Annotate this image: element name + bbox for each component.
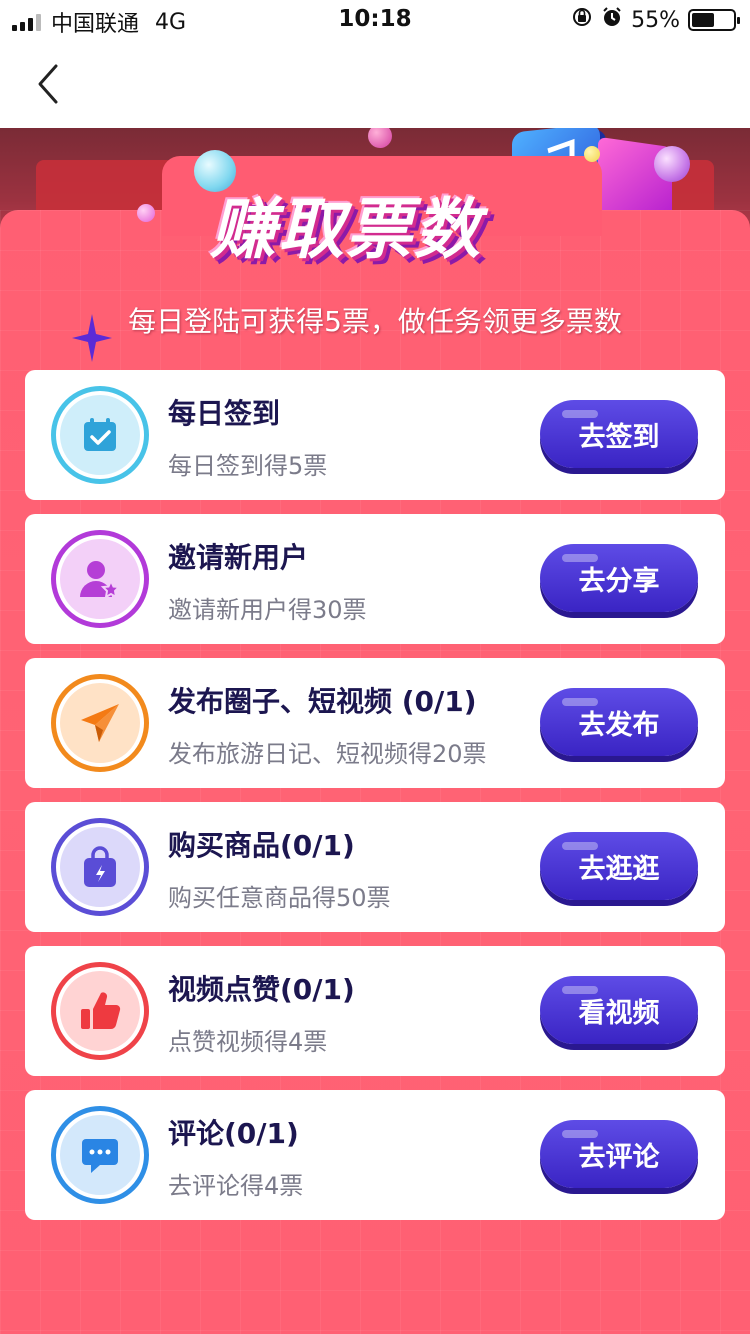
- decor-bubble: [137, 204, 155, 222]
- task-action-button[interactable]: 看视频: [540, 976, 698, 1044]
- task-description: 邀请新用户得30票: [168, 596, 367, 624]
- back-button[interactable]: [28, 60, 68, 108]
- task-icon-ring: [51, 818, 149, 916]
- task-card: 购买商品(0/1) 购买任意商品得50票 去逛逛: [25, 802, 725, 932]
- task-action-button[interactable]: 去分享: [540, 544, 698, 612]
- task-action-button[interactable]: 去发布: [540, 688, 698, 756]
- task-icon-ring: [51, 674, 149, 772]
- hero-section: 赚取票数 每日登陆可获得5票，做任务领更多票数 每日签到 每日签到得5票 去签到…: [0, 128, 750, 1334]
- nav-bar: [0, 40, 750, 128]
- task-description: 发布旅游日记、短视频得20票: [168, 740, 487, 768]
- task-action-label: 去评论: [578, 1141, 660, 1173]
- task-icon-ring: [51, 1106, 149, 1204]
- task-description: 每日签到得5票: [168, 452, 328, 480]
- task-icon-ring: [51, 962, 149, 1060]
- decor-bubble: [654, 146, 690, 182]
- task-card: 邀请新用户 邀请新用户得30票 去分享: [25, 514, 725, 644]
- task-title: 视频点赞(0/1): [168, 973, 355, 1006]
- task-card: 视频点赞(0/1) 点赞视频得4票 看视频: [25, 946, 725, 1076]
- task-title: 发布圈子、短视频 (0/1): [168, 685, 477, 718]
- decor-bubble: [368, 128, 392, 148]
- calendar-check-icon: [60, 395, 140, 475]
- task-action-label: 去逛逛: [578, 853, 660, 885]
- task-icon-ring: [51, 386, 149, 484]
- paper-plane-icon: [60, 683, 140, 763]
- battery-percent: 55%: [631, 7, 680, 33]
- task-title: 每日签到: [168, 397, 281, 430]
- task-description: 购买任意商品得50票: [168, 884, 391, 912]
- task-icon-ring: [51, 530, 149, 628]
- battery-icon: [688, 9, 740, 31]
- user-star-icon: [60, 539, 140, 619]
- task-action-button[interactable]: 去评论: [540, 1120, 698, 1188]
- task-description: 去评论得4票: [168, 1172, 304, 1200]
- task-card: 每日签到 每日签到得5票 去签到: [25, 370, 725, 500]
- rotation-lock-icon: [571, 6, 593, 34]
- thumbs-up-icon: [60, 971, 140, 1051]
- decor-bubble: [584, 146, 600, 162]
- task-action-button[interactable]: 去逛逛: [540, 832, 698, 900]
- task-action-label: 去签到: [578, 421, 660, 453]
- task-card: 发布圈子、短视频 (0/1) 发布旅游日记、短视频得20票 去发布: [25, 658, 725, 788]
- chevron-left-icon: [38, 64, 58, 104]
- task-action-button[interactable]: 去签到: [540, 400, 698, 468]
- task-action-label: 看视频: [578, 997, 660, 1029]
- comment-icon: [60, 1115, 140, 1195]
- shopping-bag-icon: [60, 827, 140, 907]
- page-subtitle: 每日登陆可获得5票，做任务领更多票数: [128, 305, 622, 338]
- task-description: 点赞视频得4票: [168, 1028, 328, 1056]
- task-title: 购买商品(0/1): [168, 829, 355, 862]
- task-card: 评论(0/1) 去评论得4票 去评论: [25, 1090, 725, 1220]
- task-title: 评论(0/1): [168, 1117, 299, 1150]
- status-bar: 中国联通 4G 10:18 55%: [0, 0, 750, 40]
- page-title: 赚取票数: [210, 191, 482, 268]
- task-title: 邀请新用户: [168, 541, 309, 574]
- task-action-label: 去发布: [578, 709, 660, 741]
- task-action-label: 去分享: [578, 565, 660, 597]
- alarm-icon: [601, 6, 623, 34]
